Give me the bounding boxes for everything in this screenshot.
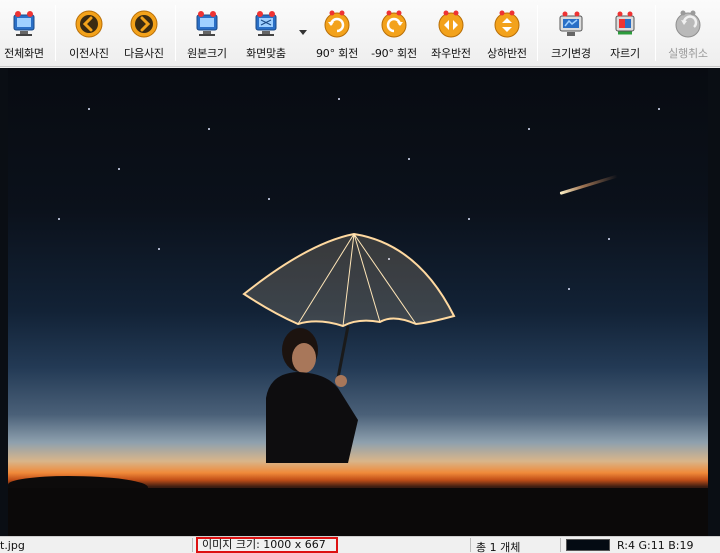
fit-screen-dropdown-arrow[interactable] — [299, 30, 307, 35]
undo-icon — [675, 10, 701, 38]
crop-icon — [615, 11, 635, 35]
monitor-icon — [196, 11, 218, 36]
image-canvas[interactable] — [0, 68, 720, 536]
flip-horizontal-button[interactable]: 좌우반전 — [423, 0, 479, 66]
rotate-cw-icon — [324, 10, 350, 38]
image-size-text: 이미지 크기: 1000 x 667 — [196, 537, 338, 553]
original-size-button[interactable]: 원본크기 — [180, 0, 234, 66]
status-divider — [560, 538, 561, 552]
rotate-ccw-icon — [381, 10, 407, 38]
resize-icon — [559, 11, 583, 36]
rotate-90-label: 90° 회전 — [315, 47, 359, 60]
crop-button[interactable]: 자르기 — [598, 0, 652, 66]
toolbar-divider — [537, 5, 538, 61]
crop-label: 자르기 — [610, 47, 640, 60]
flip-vertical-icon — [494, 10, 520, 38]
arrow-left-icon — [75, 10, 103, 38]
fullscreen-label: 전체화면 — [4, 47, 44, 60]
status-bar: t.jpg 이미지 크기: 1000 x 667 총 1 개체 R:4 G:11… — [0, 536, 720, 553]
toolbar-divider — [175, 5, 176, 61]
prev-photo-label: 이전사진 — [69, 47, 109, 60]
resize-button[interactable]: 크기변경 — [543, 0, 599, 66]
toolbar: 전체화면 이전사진 다음사진 원본크기 화면맞춤 90° 회전 -90° 회전 … — [0, 0, 720, 67]
rotate-minus-90-button[interactable]: -90° 회전 — [366, 0, 422, 66]
umbrella-figure — [242, 232, 456, 463]
image-viewer-window: 전체화면 이전사진 다음사진 원본크기 화면맞춤 90° 회전 -90° 회전 … — [0, 0, 720, 553]
resize-label: 크기변경 — [551, 47, 591, 60]
object-count: 총 1 개체 — [476, 541, 521, 553]
file-name: t.jpg — [0, 539, 25, 552]
monitor-icon — [13, 11, 35, 36]
toolbar-divider — [655, 5, 656, 61]
rotate-minus-90-label: -90° 회전 — [371, 47, 417, 60]
original-size-label: 원본크기 — [187, 47, 227, 60]
next-photo-button[interactable]: 다음사진 — [118, 0, 170, 66]
undo-button[interactable]: 실행취소 — [660, 0, 716, 66]
fit-screen-button[interactable]: 화면맞춤 — [238, 0, 294, 66]
status-divider — [470, 538, 471, 552]
status-divider — [192, 538, 193, 552]
undo-label: 실행취소 — [668, 47, 708, 60]
prev-photo-button[interactable]: 이전사진 — [62, 0, 116, 66]
fit-screen-label: 화면맞춤 — [246, 47, 286, 60]
displayed-photo — [8, 68, 708, 536]
arrow-right-icon — [130, 10, 158, 38]
rotate-90-button[interactable]: 90° 회전 — [309, 0, 365, 66]
flip-vertical-label: 상하반전 — [487, 47, 527, 60]
flip-vertical-button[interactable]: 상하반전 — [479, 0, 535, 66]
toolbar-divider — [55, 5, 56, 61]
ground-silhouette — [8, 488, 708, 536]
flip-horizontal-icon — [438, 10, 464, 38]
flip-horizontal-label: 좌우반전 — [431, 47, 471, 60]
monitor-fit-icon — [255, 11, 277, 36]
pixel-rgb-readout: R:4 G:11 B:19 — [617, 539, 694, 552]
next-photo-label: 다음사진 — [124, 47, 164, 60]
fullscreen-button[interactable]: 전체화면 — [0, 0, 48, 66]
pixel-color-swatch — [566, 539, 610, 551]
